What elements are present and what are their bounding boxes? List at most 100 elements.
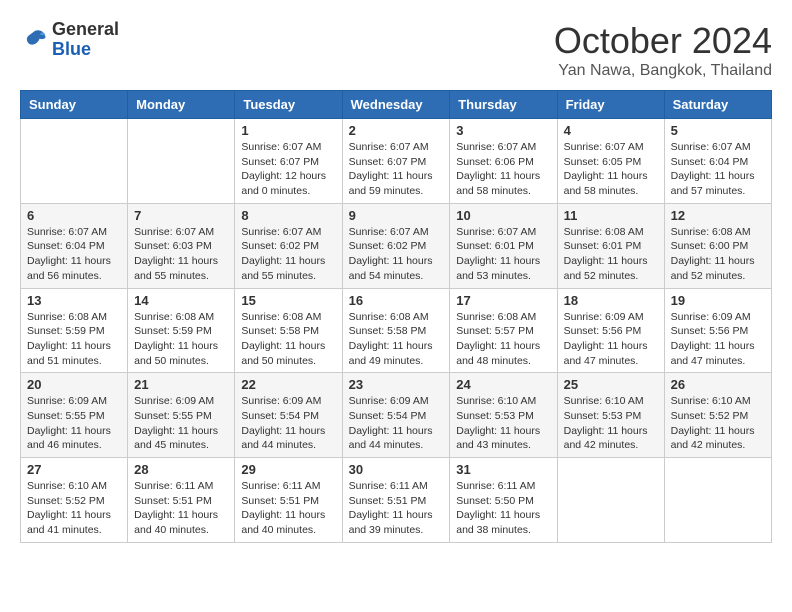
day-info: Sunrise: 6:07 AMSunset: 6:01 PMDaylight:… — [456, 225, 550, 284]
day-info: Sunrise: 6:09 AMSunset: 5:56 PMDaylight:… — [564, 310, 658, 369]
day-info: Sunrise: 6:08 AMSunset: 6:00 PMDaylight:… — [671, 225, 765, 284]
day-number: 11 — [564, 208, 658, 223]
day-info: Sunrise: 6:07 AMSunset: 6:06 PMDaylight:… — [456, 140, 550, 199]
day-number: 3 — [456, 123, 550, 138]
calendar-cell: 23 Sunrise: 6:09 AMSunset: 5:54 PMDayligh… — [342, 373, 450, 458]
day-number: 8 — [241, 208, 335, 223]
logo-icon — [20, 26, 48, 54]
day-number: 29 — [241, 462, 335, 477]
day-number: 18 — [564, 293, 658, 308]
calendar-cell: 5 Sunrise: 6:07 AMSunset: 6:04 PMDaylight… — [664, 119, 771, 204]
day-number: 22 — [241, 377, 335, 392]
weekday-header-monday: Monday — [128, 91, 235, 119]
calendar-cell: 10 Sunrise: 6:07 AMSunset: 6:01 PMDayligh… — [450, 203, 557, 288]
day-info: Sunrise: 6:08 AMSunset: 6:01 PMDaylight:… — [564, 225, 658, 284]
day-number: 21 — [134, 377, 228, 392]
day-info: Sunrise: 6:08 AMSunset: 5:59 PMDaylight:… — [27, 310, 121, 369]
calendar-cell: 26 Sunrise: 6:10 AMSunset: 5:52 PMDayligh… — [664, 373, 771, 458]
day-info: Sunrise: 6:11 AMSunset: 5:51 PMDaylight:… — [241, 479, 335, 538]
day-number: 20 — [27, 377, 121, 392]
day-info: Sunrise: 6:07 AMSunset: 6:02 PMDaylight:… — [349, 225, 444, 284]
calendar-cell: 4 Sunrise: 6:07 AMSunset: 6:05 PMDaylight… — [557, 119, 664, 204]
calendar-cell: 21Sunrise: 6:09 AMSunset: 5:55 PMDayligh… — [128, 373, 235, 458]
week-row-5: 27Sunrise: 6:10 AMSunset: 5:52 PMDayligh… — [21, 458, 772, 543]
calendar-cell: 6 Sunrise: 6:07 AMSunset: 6:04 PMDaylight… — [21, 203, 128, 288]
week-row-4: 20 Sunrise: 6:09 AMSunset: 5:55 PMDayligh… — [21, 373, 772, 458]
weekday-header-thursday: Thursday — [450, 91, 557, 119]
day-info: Sunrise: 6:07 AMSunset: 6:07 PMDaylight:… — [349, 140, 444, 199]
weekday-header-wednesday: Wednesday — [342, 91, 450, 119]
day-info: Sunrise: 6:10 AMSunset: 5:53 PMDaylight:… — [456, 394, 550, 453]
weekday-header-sunday: Sunday — [21, 91, 128, 119]
calendar-cell: 1Sunrise: 6:07 AMSunset: 6:07 PMDaylight… — [235, 119, 342, 204]
calendar-cell: 15 Sunrise: 6:08 AMSunset: 5:58 PMDayligh… — [235, 288, 342, 373]
day-info: Sunrise: 6:09 AMSunset: 5:54 PMDaylight:… — [349, 394, 444, 453]
day-info: Sunrise: 6:11 AMSunset: 5:51 PMDaylight:… — [134, 479, 228, 538]
weekday-header-saturday: Saturday — [664, 91, 771, 119]
day-number: 19 — [671, 293, 765, 308]
logo: General Blue — [20, 20, 119, 60]
day-number: 23 — [349, 377, 444, 392]
day-number: 4 — [564, 123, 658, 138]
calendar-cell: 9 Sunrise: 6:07 AMSunset: 6:02 PMDaylight… — [342, 203, 450, 288]
calendar-cell — [557, 458, 664, 543]
day-info: Sunrise: 6:07 AMSunset: 6:02 PMDaylight:… — [241, 225, 335, 284]
day-number: 30 — [349, 462, 444, 477]
logo-general: General — [52, 20, 119, 40]
day-info: Sunrise: 6:07 AMSunset: 6:05 PMDaylight:… — [564, 140, 658, 199]
day-number: 5 — [671, 123, 765, 138]
day-number: 12 — [671, 208, 765, 223]
day-number: 24 — [456, 377, 550, 392]
calendar-cell: 12 Sunrise: 6:08 AMSunset: 6:00 PMDayligh… — [664, 203, 771, 288]
calendar-cell: 24 Sunrise: 6:10 AMSunset: 5:53 PMDayligh… — [450, 373, 557, 458]
calendar-cell: 18 Sunrise: 6:09 AMSunset: 5:56 PMDayligh… — [557, 288, 664, 373]
logo-blue: Blue — [52, 40, 119, 60]
calendar-cell: 11 Sunrise: 6:08 AMSunset: 6:01 PMDayligh… — [557, 203, 664, 288]
day-info: Sunrise: 6:08 AMSunset: 5:59 PMDaylight:… — [134, 310, 228, 369]
calendar-cell: 28 Sunrise: 6:11 AMSunset: 5:51 PMDayligh… — [128, 458, 235, 543]
day-info: Sunrise: 6:08 AMSunset: 5:58 PMDaylight:… — [241, 310, 335, 369]
day-info: Sunrise: 6:07 AMSunset: 6:04 PMDaylight:… — [671, 140, 765, 199]
day-number: 15 — [241, 293, 335, 308]
day-number: 7 — [134, 208, 228, 223]
calendar-cell: 2Sunrise: 6:07 AMSunset: 6:07 PMDaylight… — [342, 119, 450, 204]
day-number: 1 — [241, 123, 335, 138]
logo-text: General Blue — [52, 20, 119, 60]
calendar-cell — [128, 119, 235, 204]
day-number: 28 — [134, 462, 228, 477]
calendar-cell — [664, 458, 771, 543]
day-number: 31 — [456, 462, 550, 477]
calendar-cell: 3 Sunrise: 6:07 AMSunset: 6:06 PMDaylight… — [450, 119, 557, 204]
calendar-cell: 22 Sunrise: 6:09 AMSunset: 5:54 PMDayligh… — [235, 373, 342, 458]
day-number: 14 — [134, 293, 228, 308]
day-number: 10 — [456, 208, 550, 223]
month-title: October 2024 — [554, 20, 772, 62]
page-header: General Blue October 2024 Yan Nawa, Bang… — [20, 20, 772, 80]
day-info: Sunrise: 6:09 AMSunset: 5:54 PMDaylight:… — [241, 394, 335, 453]
day-number: 6 — [27, 208, 121, 223]
weekday-header-tuesday: Tuesday — [235, 91, 342, 119]
day-info: Sunrise: 6:10 AMSunset: 5:52 PMDaylight:… — [671, 394, 765, 453]
week-row-2: 6 Sunrise: 6:07 AMSunset: 6:04 PMDaylight… — [21, 203, 772, 288]
day-info: Sunrise: 6:09 AMSunset: 5:55 PMDaylight:… — [27, 394, 121, 453]
calendar-cell: 31Sunrise: 6:11 AMSunset: 5:50 PMDayligh… — [450, 458, 557, 543]
day-number: 9 — [349, 208, 444, 223]
day-info: Sunrise: 6:08 AMSunset: 5:57 PMDaylight:… — [456, 310, 550, 369]
day-number: 13 — [27, 293, 121, 308]
day-info: Sunrise: 6:07 AMSunset: 6:04 PMDaylight:… — [27, 225, 121, 284]
calendar-cell: 29 Sunrise: 6:11 AMSunset: 5:51 PMDayligh… — [235, 458, 342, 543]
calendar-table: SundayMondayTuesdayWednesdayThursdayFrid… — [20, 90, 772, 543]
calendar-cell: 8 Sunrise: 6:07 AMSunset: 6:02 PMDaylight… — [235, 203, 342, 288]
day-info: Sunrise: 6:09 AMSunset: 5:56 PMDaylight:… — [671, 310, 765, 369]
week-row-1: 1 Sunrise: 6:07 AMSunset: 6:07 PMDaylight… — [21, 119, 772, 204]
calendar-cell: 27Sunrise: 6:10 AMSunset: 5:52 PMDayligh… — [21, 458, 128, 543]
weekday-header-row: SundayMondayTuesdayWednesdayThursdayFrid… — [21, 91, 772, 119]
calendar-cell: 7 Sunrise: 6:07 AMSunset: 6:03 PMDaylight… — [128, 203, 235, 288]
day-info: Sunrise: 6:07 AMSunset: 6:03 PMDaylight:… — [134, 225, 228, 284]
calendar-cell: 17Sunrise: 6:08 AMSunset: 5:57 PMDayligh… — [450, 288, 557, 373]
calendar-cell: 25Sunrise: 6:10 AMSunset: 5:53 PMDayligh… — [557, 373, 664, 458]
day-number: 26 — [671, 377, 765, 392]
week-row-3: 13 Sunrise: 6:08 AMSunset: 5:59 PMDayligh… — [21, 288, 772, 373]
day-info: Sunrise: 6:10 AMSunset: 5:53 PMDaylight:… — [564, 394, 658, 453]
calendar-cell: 13 Sunrise: 6:08 AMSunset: 5:59 PMDayligh… — [21, 288, 128, 373]
